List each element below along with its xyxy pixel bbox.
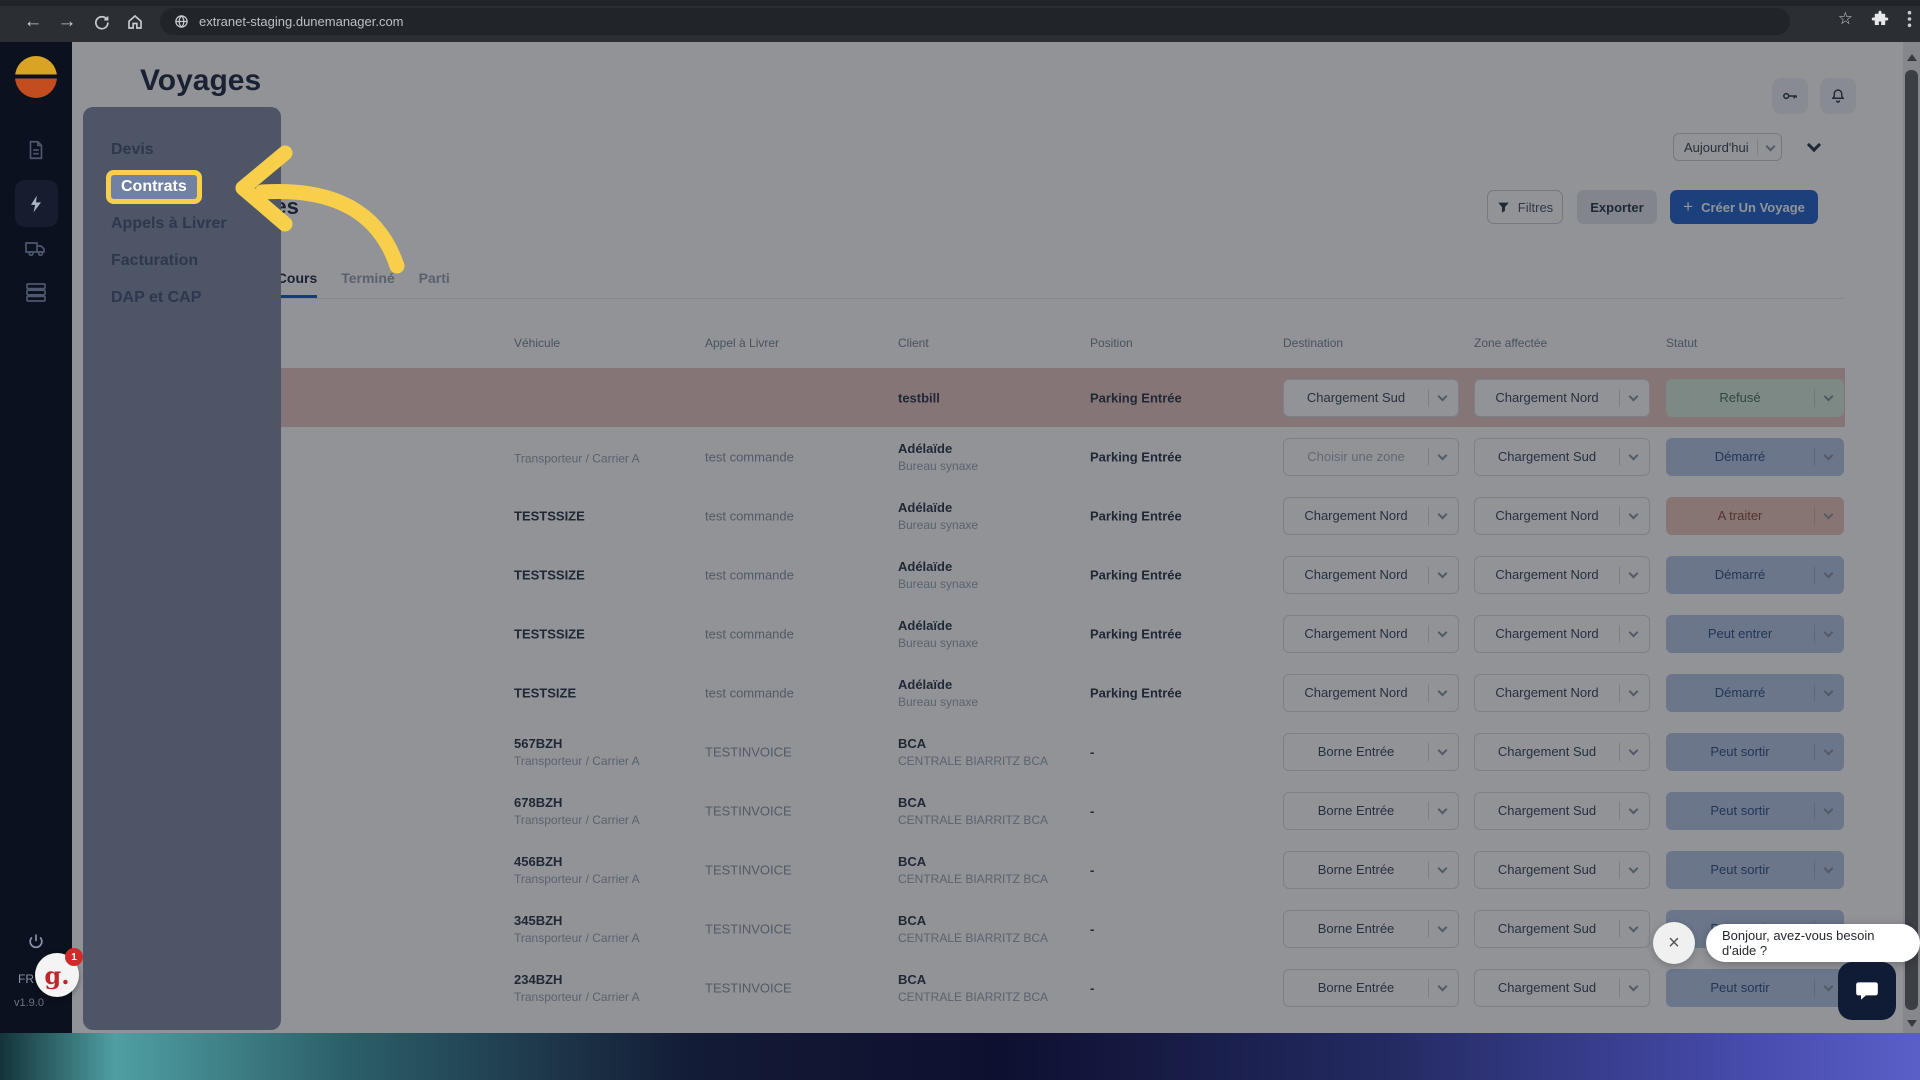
context-menu: Devis Contrats Appels à Livrer Facturation D… (83, 107, 281, 1030)
vehicle-list-icon[interactable] (0, 270, 72, 314)
menu-item-devis[interactable]: Devis (83, 131, 281, 168)
forward-arrow-icon[interactable]: → (54, 9, 80, 35)
feedback-widget-button[interactable]: g. 1 (35, 953, 79, 997)
menu-item-label: Appels à Livrer (111, 215, 227, 233)
notification-badge: 1 (65, 948, 83, 966)
sidebar: FR v1.9.0 (0, 42, 72, 1033)
chat-launcher-button[interactable] (1838, 962, 1896, 1020)
chat-tooltip-close-button[interactable]: × (1653, 922, 1695, 964)
menu-items: Devis Contrats Appels à Livrer Facturation D… (83, 131, 281, 316)
lightning-icon[interactable] (0, 182, 72, 226)
browser-menu-icon[interactable] (1907, 10, 1912, 28)
menu-item-contrats[interactable]: Contrats (83, 168, 281, 205)
menu-backdrop[interactable] (72, 42, 1920, 1033)
dune-logo-icon[interactable] (15, 56, 57, 98)
chat-tooltip-text: Bonjour, avez-vous besoin d'aide ? (1722, 928, 1904, 958)
browser-toolbar: ← → extranet-staging.dunemanager.com ☆ (0, 0, 1920, 42)
menu-item-label: Facturation (111, 252, 198, 270)
chat-tooltip: Bonjour, avez-vous besoin d'aide ? (1706, 924, 1920, 962)
reload-icon[interactable] (88, 9, 114, 35)
menu-item-facturation[interactable]: Facturation (83, 242, 281, 279)
feedback-widget-logo: g. (44, 961, 69, 990)
screen: ← → extranet-staging.dunemanager.com ☆ (0, 0, 1920, 1080)
url-text: extranet-staging.dunemanager.com (199, 14, 404, 29)
truck-icon[interactable] (0, 226, 72, 270)
language-label[interactable]: FR (18, 972, 34, 986)
menu-item-appels-livrer[interactable]: Appels à Livrer (83, 205, 281, 242)
menu-item-label: DAP et CAP (111, 289, 201, 307)
menu-item-label: Contrats (111, 175, 197, 199)
desktop-wallpaper (0, 1033, 1920, 1080)
version-label: v1.9.0 (14, 997, 44, 1009)
app-window: FR v1.9.0 g. 1 Voyages Aujourd'hui (0, 42, 1920, 1033)
menu-item-dap-et-cap[interactable]: DAP et CAP (83, 279, 281, 316)
address-bar[interactable]: extranet-staging.dunemanager.com (160, 8, 1790, 35)
close-icon: × (1668, 932, 1680, 955)
bookmark-star-icon[interactable]: ☆ (1838, 9, 1853, 29)
menu-item-label: Devis (111, 141, 154, 159)
home-icon[interactable] (122, 9, 148, 35)
site-info-icon[interactable] (174, 14, 189, 29)
extensions-icon[interactable] (1871, 10, 1889, 28)
back-arrow-icon[interactable]: ← (20, 9, 46, 35)
chat-bubble-icon (1854, 978, 1880, 1004)
document-icon[interactable] (0, 128, 72, 172)
